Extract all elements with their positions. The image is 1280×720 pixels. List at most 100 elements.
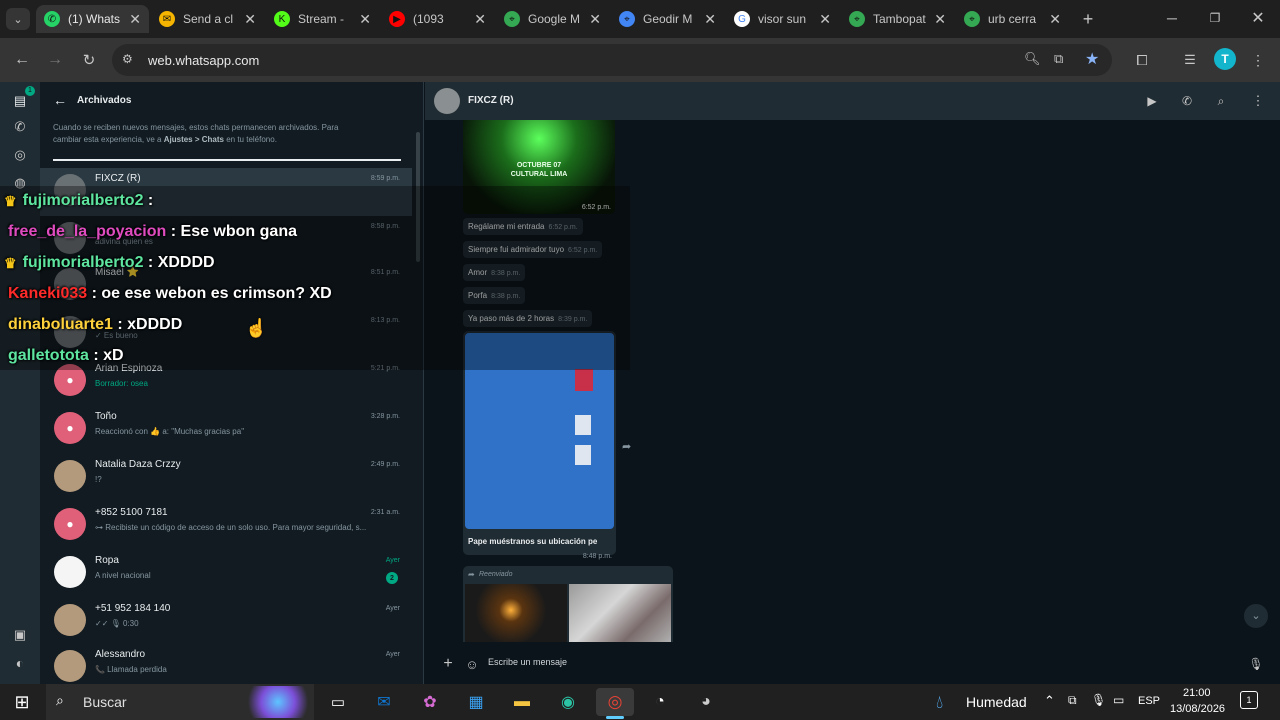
taskbar-search-box[interactable]: ⌕ Buscar xyxy=(46,684,314,720)
app-icon[interactable]: ◕ xyxy=(690,688,722,716)
browser-tab[interactable]: Gvisor sun ✕ xyxy=(726,5,839,33)
zoom-icon[interactable]: 🔍︎ xyxy=(1024,51,1041,67)
chat-list-item[interactable]: ● +852 5100 7181 ⊶ Recibiste un código de … xyxy=(40,502,412,550)
browser-tab[interactable]: ⌖ Geodir M ✕ xyxy=(611,5,724,33)
bookmark-star-icon[interactable]: ★ xyxy=(1085,49,1099,69)
tray-chevron-icon[interactable]: ⌃ xyxy=(1044,693,1055,709)
language-indicator[interactable]: ESP xyxy=(1138,695,1160,707)
media-icon[interactable]: ▣ xyxy=(8,624,32,646)
chat-list-item[interactable]: Natalia Daza Crzzy!? 2:49 p.m. xyxy=(40,454,412,502)
tab-title: Google M xyxy=(528,12,581,26)
chat-list-item[interactable]: +51 952 184 140 ✓✓ 🎙 0:30 Ayer xyxy=(40,598,412,646)
browser-tab[interactable]: ⌖ Google M ✕ xyxy=(496,5,609,33)
task-view-icon[interactable]: ▭ xyxy=(322,688,354,716)
chat-name: Natalia Daza Crzzy xyxy=(95,459,181,470)
notification-icon[interactable]: 1 xyxy=(1240,691,1258,709)
tab-close-icon[interactable]: ✕ xyxy=(934,11,946,28)
stream-username: fujimorialberto2 xyxy=(22,254,144,271)
chat-time: Ayer xyxy=(385,605,400,612)
scroll-down-button[interactable]: ⌄ xyxy=(1244,604,1268,628)
reload-icon[interactable]: ↻ xyxy=(77,48,101,72)
chat-preview: ✓✓ 🎙 0:30 xyxy=(95,619,139,628)
media-controls-icon[interactable]: ☰ xyxy=(1178,48,1202,72)
tab-close-icon[interactable]: ✕ xyxy=(474,11,486,28)
windows-start-icon[interactable]: ⊞ xyxy=(6,688,38,716)
address-bar[interactable]: ⚙ web.whatsapp.com 🔍︎ ⧉ ★ xyxy=(112,44,1112,76)
stream-chat-line: ♛ fujimorialberto2 : XDDDD xyxy=(0,248,215,278)
video-call-icon[interactable]: ▶ xyxy=(1141,90,1163,112)
tab-favicon-icon: ✆ xyxy=(44,11,60,27)
browser-toolbar: ← → ↻ ⚙ web.whatsapp.com 🔍︎ ⧉ ★ ⧠ ☰ T ⋮ xyxy=(0,38,1280,82)
chat-name: Alessandro xyxy=(95,649,146,660)
minimize-button[interactable]: ─ xyxy=(1160,6,1184,30)
unread-badge: 2 xyxy=(386,572,398,584)
contact-avatar[interactable] xyxy=(434,88,460,114)
install-app-icon[interactable]: ⧉ xyxy=(1054,51,1063,67)
chat-list-item[interactable]: ● Toño Reaccionó con 👍 a: "Muchas gracias … xyxy=(40,406,412,454)
tab-close-icon[interactable]: ✕ xyxy=(819,11,831,28)
tab-favicon-icon: K xyxy=(274,11,290,27)
stream-username: Kaneki033 xyxy=(8,285,88,302)
back-icon[interactable]: ← xyxy=(10,48,34,72)
network-icon[interactable]: ▭ xyxy=(1113,693,1124,707)
voice-call-icon[interactable]: ✆ xyxy=(1176,90,1198,112)
media-thumbnail[interactable] xyxy=(569,584,671,642)
search-label: Buscar xyxy=(83,694,127,710)
status-icon[interactable]: ◎ xyxy=(8,144,32,166)
message-input[interactable]: Escribe un mensaje xyxy=(488,653,1208,671)
chrome-menu-icon[interactable]: ⋮ xyxy=(1250,48,1266,72)
document-fingerprint xyxy=(575,445,591,465)
chat-list-item[interactable]: Ropa A nivel nacional Ayer 2 xyxy=(40,550,412,598)
browser-tab[interactable]: ✆ (1) Whats ✕ xyxy=(36,5,149,33)
calls-icon[interactable]: ✆ xyxy=(8,116,32,138)
chat-avatar xyxy=(54,604,86,636)
back-arrow-icon[interactable]: ← xyxy=(50,90,70,110)
tab-close-icon[interactable]: ✕ xyxy=(704,11,716,28)
tab-search-icon[interactable]: ⌄ xyxy=(6,8,30,30)
clock-date[interactable]: 13/08/2026 xyxy=(1170,703,1225,715)
copilot-icon[interactable]: ✿ xyxy=(414,688,446,716)
edge-icon[interactable]: ◉ xyxy=(552,688,584,716)
browser-tab[interactable]: ⌖ urb cerra ✕ xyxy=(956,5,1069,33)
extensions-icon[interactable]: ⧠ xyxy=(1130,48,1154,72)
tab-close-icon[interactable]: ✕ xyxy=(1049,11,1061,28)
stream-username: galletotota xyxy=(8,347,89,364)
tab-favicon-icon: ⌖ xyxy=(964,11,980,27)
forward-icon[interactable]: ➦ xyxy=(622,440,631,453)
new-tab-button[interactable]: + xyxy=(1076,8,1100,30)
profile-photo-icon[interactable]: ◐ xyxy=(8,652,32,674)
profile-avatar[interactable]: T xyxy=(1214,48,1236,70)
weather-icon[interactable]: 💧︎ xyxy=(936,692,943,713)
menu-icon[interactable]: ⋮ xyxy=(1247,90,1269,112)
tab-title: Stream - xyxy=(298,12,345,26)
contact-name[interactable]: FIXCZ (R) xyxy=(468,95,514,106)
browser-tab[interactable]: ✉ Send a cl ✕ xyxy=(151,5,264,33)
tab-close-icon[interactable]: ✕ xyxy=(129,11,141,28)
site-settings-icon[interactable]: ⚙ xyxy=(122,52,133,66)
restore-button[interactable]: ❐ xyxy=(1203,6,1227,30)
browser-tab[interactable]: ▶ (1093 ✕ xyxy=(381,5,494,33)
search-icon[interactable]: ⌕ xyxy=(1210,90,1232,112)
microphone-tray-icon[interactable]: 🎙︎ xyxy=(1091,693,1106,707)
tab-close-icon[interactable]: ✕ xyxy=(244,11,256,28)
obs-icon[interactable]: ◔ xyxy=(644,688,676,716)
tab-close-icon[interactable]: ✕ xyxy=(359,11,371,28)
file-explorer-icon[interactable]: ▬ xyxy=(506,688,538,716)
tab-close-icon[interactable]: ✕ xyxy=(589,11,601,28)
tray-app-icon[interactable]: ⧉ xyxy=(1068,693,1077,708)
outlook-icon[interactable]: ✉ xyxy=(368,688,400,716)
media-thumbnail[interactable] xyxy=(465,584,567,642)
forwarded-message[interactable]: Reenviado ➦ xyxy=(463,566,673,642)
close-window-button[interactable]: ✕ xyxy=(1246,6,1270,30)
emoji-icon[interactable]: ☺ xyxy=(463,652,481,676)
clock-time[interactable]: 21:00 xyxy=(1183,687,1211,699)
attach-plus-icon[interactable]: + xyxy=(439,652,457,676)
chrome-icon[interactable]: ◎ xyxy=(596,688,634,716)
chat-time: Ayer xyxy=(385,651,400,658)
weather-label[interactable]: Humedad xyxy=(966,694,1027,710)
forward-icon[interactable]: → xyxy=(43,48,67,72)
browser-tab[interactable]: ⌖ Tambopat ✕ xyxy=(841,5,954,33)
store-icon[interactable]: ▦ xyxy=(460,688,492,716)
microphone-icon[interactable]: 🎙︎ xyxy=(1247,652,1265,676)
browser-tab[interactable]: K Stream - ✕ xyxy=(266,5,379,33)
